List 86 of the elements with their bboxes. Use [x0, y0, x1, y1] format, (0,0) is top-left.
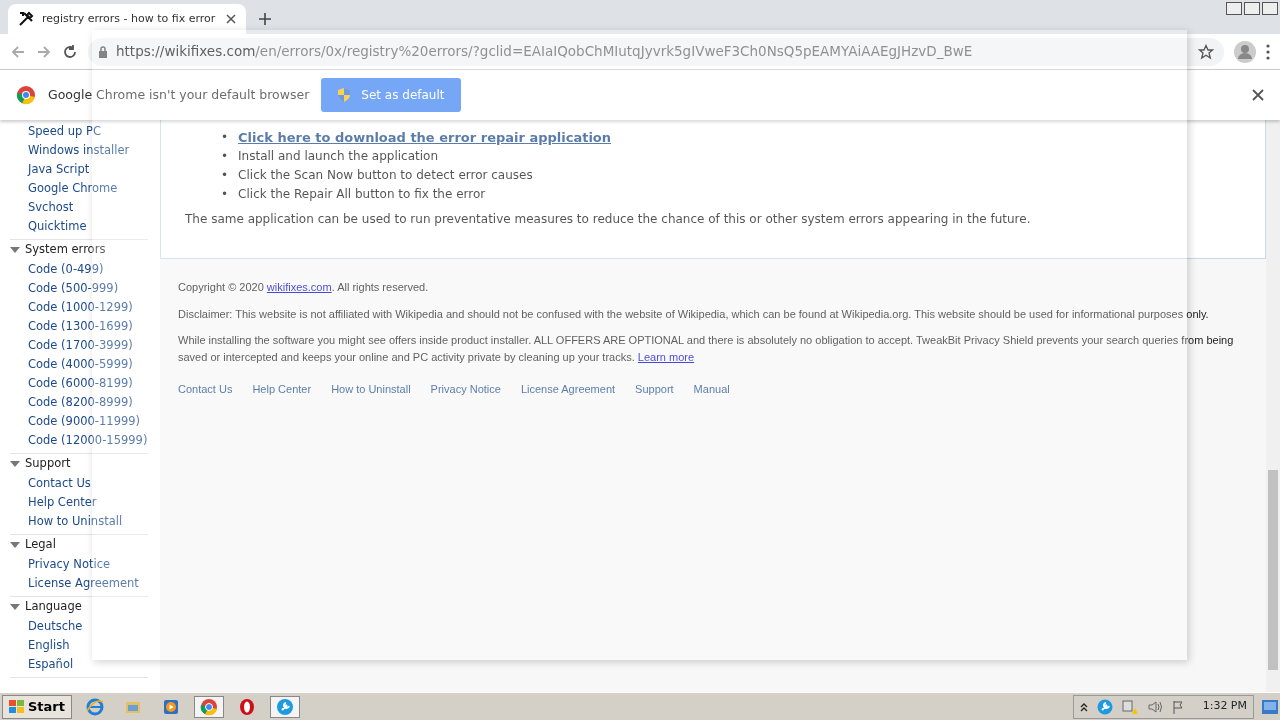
infobar-message: Google Chrome isn't your default browser: [48, 85, 310, 104]
address-bar[interactable]: https://wikifixes.com/en/errors/0x/registry%20errors/?gclid=EAIaIQobChMIutqJyvrk5gIVweF3Ch0NsQ5pEAMYAiAAEgJHzvD_BwE: [88, 37, 1224, 66]
sidebar-link[interactable]: Privacy Notice: [10, 555, 148, 574]
sidebar-link[interactable]: Code (12000-15999): [10, 431, 148, 450]
sidebar-link[interactable]: Code (4000-5999): [10, 355, 148, 374]
step-text: Click the Repair All button to fix the error: [238, 186, 486, 203]
browser-tab[interactable]: registry errors - how to fix error: [8, 4, 246, 34]
bullet-mark: •: [221, 148, 229, 165]
offers-text: While installing the software you might see offers inside product installer. ALL OFFERS ARE OPTIONAL and there is absolutely no obligation to accept. TweakBit Privacy Shield prevents your search queries from being saved or intercepted and keeps your online and PC activity private by cleaning up your tracks. Learn more: [178, 333, 1235, 365]
sidebar-link[interactable]: Speed up PC: [10, 122, 148, 141]
opera-icon: [238, 697, 256, 716]
media-player-icon: [162, 697, 180, 716]
bullet-mark: •: [221, 186, 229, 203]
sidebar-link[interactable]: Windows installer: [10, 141, 148, 160]
sidebar-link[interactable]: Help Center: [10, 493, 148, 512]
scrollbar-thumb[interactable]: [1268, 470, 1278, 670]
start-button[interactable]: Start: [2, 694, 72, 719]
sidebar-link[interactable]: Code (1300-1699): [10, 317, 148, 336]
lock-icon: [98, 45, 108, 58]
forward-icon[interactable]: [36, 43, 52, 60]
sidebar-link[interactable]: Code (0-499): [10, 260, 148, 279]
sidebar-link[interactable]: Code (9000-11999): [10, 412, 148, 431]
minimize-button[interactable]: [1226, 2, 1242, 15]
sidebar-link[interactable]: Code (6000-8199): [10, 374, 148, 393]
speaker-icon[interactable]: [1146, 699, 1163, 714]
avatar-icon[interactable]: [1234, 40, 1256, 63]
sidebar-link[interactable]: Svchost: [10, 198, 148, 217]
sidebar-link[interactable]: Español: [10, 655, 148, 674]
sidebar-link[interactable]: Quicktime: [10, 217, 148, 236]
sidebar-heading[interactable]: Legal: [10, 535, 148, 555]
new-tab-icon[interactable]: [258, 12, 272, 26]
ie-icon: [86, 697, 104, 716]
sidebar-heading[interactable]: System errors: [10, 240, 148, 260]
star-icon[interactable]: [1198, 43, 1214, 60]
flag-icon[interactable]: [1171, 699, 1186, 714]
footer-link[interactable]: Support: [635, 381, 674, 398]
sidebar-link[interactable]: Google Chrome: [10, 179, 148, 198]
sidebar-link[interactable]: How to Uninstall: [10, 512, 148, 531]
chrome-icon: [16, 85, 36, 105]
close-button[interactable]: [1262, 2, 1278, 15]
site-link[interactable]: wikifixes.com: [266, 281, 332, 293]
bullet-mark: •: [221, 129, 229, 146]
sidebar-heading[interactable]: Support: [10, 454, 148, 474]
restore-button[interactable]: [1244, 2, 1260, 15]
step-text: Click the Scan Now button to detect error causes: [238, 167, 533, 184]
shield-icon: [337, 87, 352, 103]
windows-logo-icon: [9, 699, 25, 714]
footer-link[interactable]: Privacy Notice: [430, 381, 501, 398]
chrome-icon: [200, 697, 218, 716]
clock-text[interactable]: 1:32 PM: [1202, 698, 1247, 715]
bullet-mark: •: [221, 167, 229, 184]
footer-link[interactable]: How to Uninstall: [331, 381, 411, 398]
network-warning-icon[interactable]: [1121, 698, 1138, 715]
sidebar-link[interactable]: Contact Us: [10, 474, 148, 493]
disclaimer-text: Disclaimer: This website is not affiliated with Wikipedia and should not be confused with the website of Wikipedia, which can be found at Wikipedia.org. This website should be used for informational purposes only.: [178, 306, 1210, 322]
copyright-text: Copyright © 2020 wikifixes.com. All rights reserved.: [178, 280, 430, 295]
menu-icon[interactable]: [1266, 43, 1270, 60]
reload-icon[interactable]: [62, 43, 78, 60]
sidebar-heading[interactable]: Language: [10, 597, 148, 617]
footer-link[interactable]: Manual: [693, 381, 730, 398]
taskbar-button[interactable]: [194, 695, 224, 718]
footer-link[interactable]: Help Center: [252, 381, 312, 398]
sidebar-link[interactable]: English: [10, 636, 148, 655]
sidebar-link[interactable]: Code (500-999): [10, 279, 148, 298]
download-link[interactable]: Click here to download the error repair application: [238, 128, 612, 147]
sidebar-link[interactable]: Code (1000-1299): [10, 298, 148, 317]
close-icon[interactable]: [226, 14, 236, 24]
step-text: Install and launch the application: [238, 148, 439, 165]
learn-more-link[interactable]: Learn more: [637, 350, 695, 363]
close-icon[interactable]: [1252, 89, 1264, 101]
taskbar-button[interactable]: [270, 695, 300, 718]
back-icon[interactable]: [10, 43, 26, 60]
wrench-icon[interactable]: [1096, 698, 1113, 715]
sidebar-link[interactable]: Java Script: [10, 160, 148, 179]
chevron-up-icon[interactable]: [1079, 701, 1088, 712]
footer-link[interactable]: License Agreement: [520, 381, 616, 398]
sidebar-link[interactable]: License Agreement: [10, 574, 148, 593]
wrench-icon: [276, 697, 294, 716]
show-desktop-icon[interactable]: [1262, 699, 1278, 714]
tools-icon: [18, 11, 34, 27]
sidebar-link[interactable]: Code (8200-8999): [10, 393, 148, 412]
footer-link[interactable]: Contact Us: [178, 381, 233, 398]
sidebar-link[interactable]: Deutsche: [10, 617, 148, 636]
sidebar-link[interactable]: Code (1700-3999): [10, 336, 148, 355]
note-text: The same application can be used to run preventative measures to reduce the chance of this or other system errors appearing in the future.: [185, 211, 1032, 228]
scrollbar[interactable]: [1266, 120, 1280, 692]
